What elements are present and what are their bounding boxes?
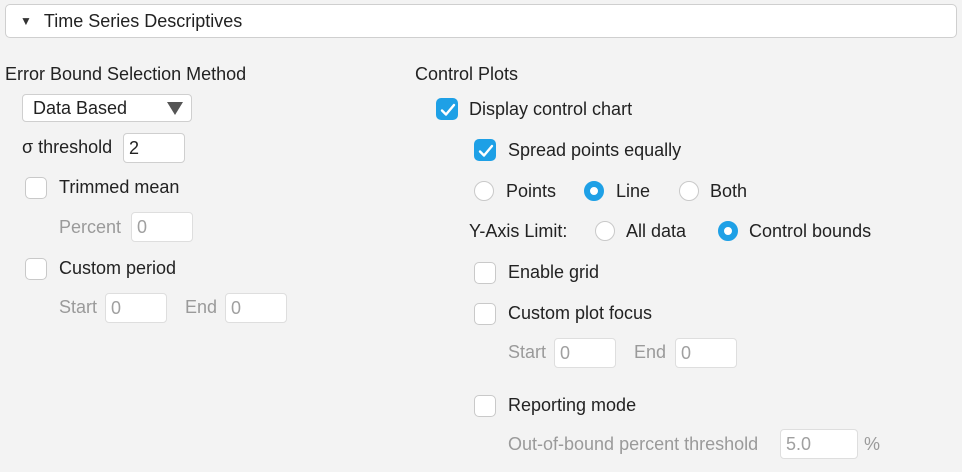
section-title: Time Series Descriptives [43,10,243,31]
threshold-label: Out-of-bound percent threshold [508,434,759,454]
enable-grid-checkbox[interactable] [474,262,496,284]
dropdown-arrow-icon [167,101,183,115]
custom-plot-focus-checkbox[interactable] [474,303,496,325]
collapse-triangle-icon: ▼ [20,14,32,28]
period-start-label: Start [59,297,98,317]
focus-start-label: Start [508,342,547,362]
radio-control-bounds[interactable] [718,221,738,241]
trimmed-mean-label: Trimmed mean [59,177,180,197]
enable-grid-label: Enable grid [508,262,600,282]
period-start-input[interactable]: 0 [105,293,167,323]
method-select-value: Data Based [33,97,128,118]
display-control-chart-label: Display control chart [469,99,633,119]
sigma-threshold-label: σ threshold [22,137,113,157]
radio-control-bounds-label: Control bounds [749,221,872,241]
error-bound-heading: Error Bound Selection Method [5,64,247,84]
period-end-label: End [185,297,218,317]
focus-end-input[interactable]: 0 [675,338,737,368]
radio-all-data[interactable] [595,221,615,241]
checkmark-icon [440,103,456,116]
percent-label: Percent [59,217,122,237]
checkmark-icon [478,144,494,157]
control-plots-heading: Control Plots [415,64,519,84]
custom-period-label: Custom period [59,258,177,278]
radio-both[interactable] [679,181,699,201]
display-control-chart-checkbox[interactable] [436,98,458,120]
sigma-threshold-input[interactable]: 2 [123,133,185,163]
radio-points[interactable] [474,181,494,201]
section-header-time-series-descriptives[interactable]: ▼ Time Series Descriptives [5,4,957,38]
method-select[interactable]: Data Based [22,94,192,122]
threshold-input[interactable]: 5.0 [780,429,858,459]
trimmed-mean-checkbox[interactable] [25,177,47,199]
period-end-input[interactable]: 0 [225,293,287,323]
threshold-unit: % [864,434,881,454]
focus-start-input[interactable]: 0 [554,338,616,368]
radio-all-data-label: All data [626,221,687,241]
reporting-mode-checkbox[interactable] [474,395,496,417]
radio-both-label: Both [710,181,748,201]
reporting-mode-label: Reporting mode [508,395,637,415]
focus-end-label: End [634,342,667,362]
custom-period-checkbox[interactable] [25,258,47,280]
radio-line[interactable] [584,181,604,201]
radio-line-label: Line [616,181,651,201]
y-axis-limit-label: Y-Axis Limit: [469,221,568,241]
custom-plot-focus-label: Custom plot focus [508,303,653,323]
spread-points-label: Spread points equally [508,140,682,160]
radio-points-label: Points [506,181,557,201]
percent-input[interactable]: 0 [131,212,193,242]
spread-points-checkbox[interactable] [474,139,496,161]
